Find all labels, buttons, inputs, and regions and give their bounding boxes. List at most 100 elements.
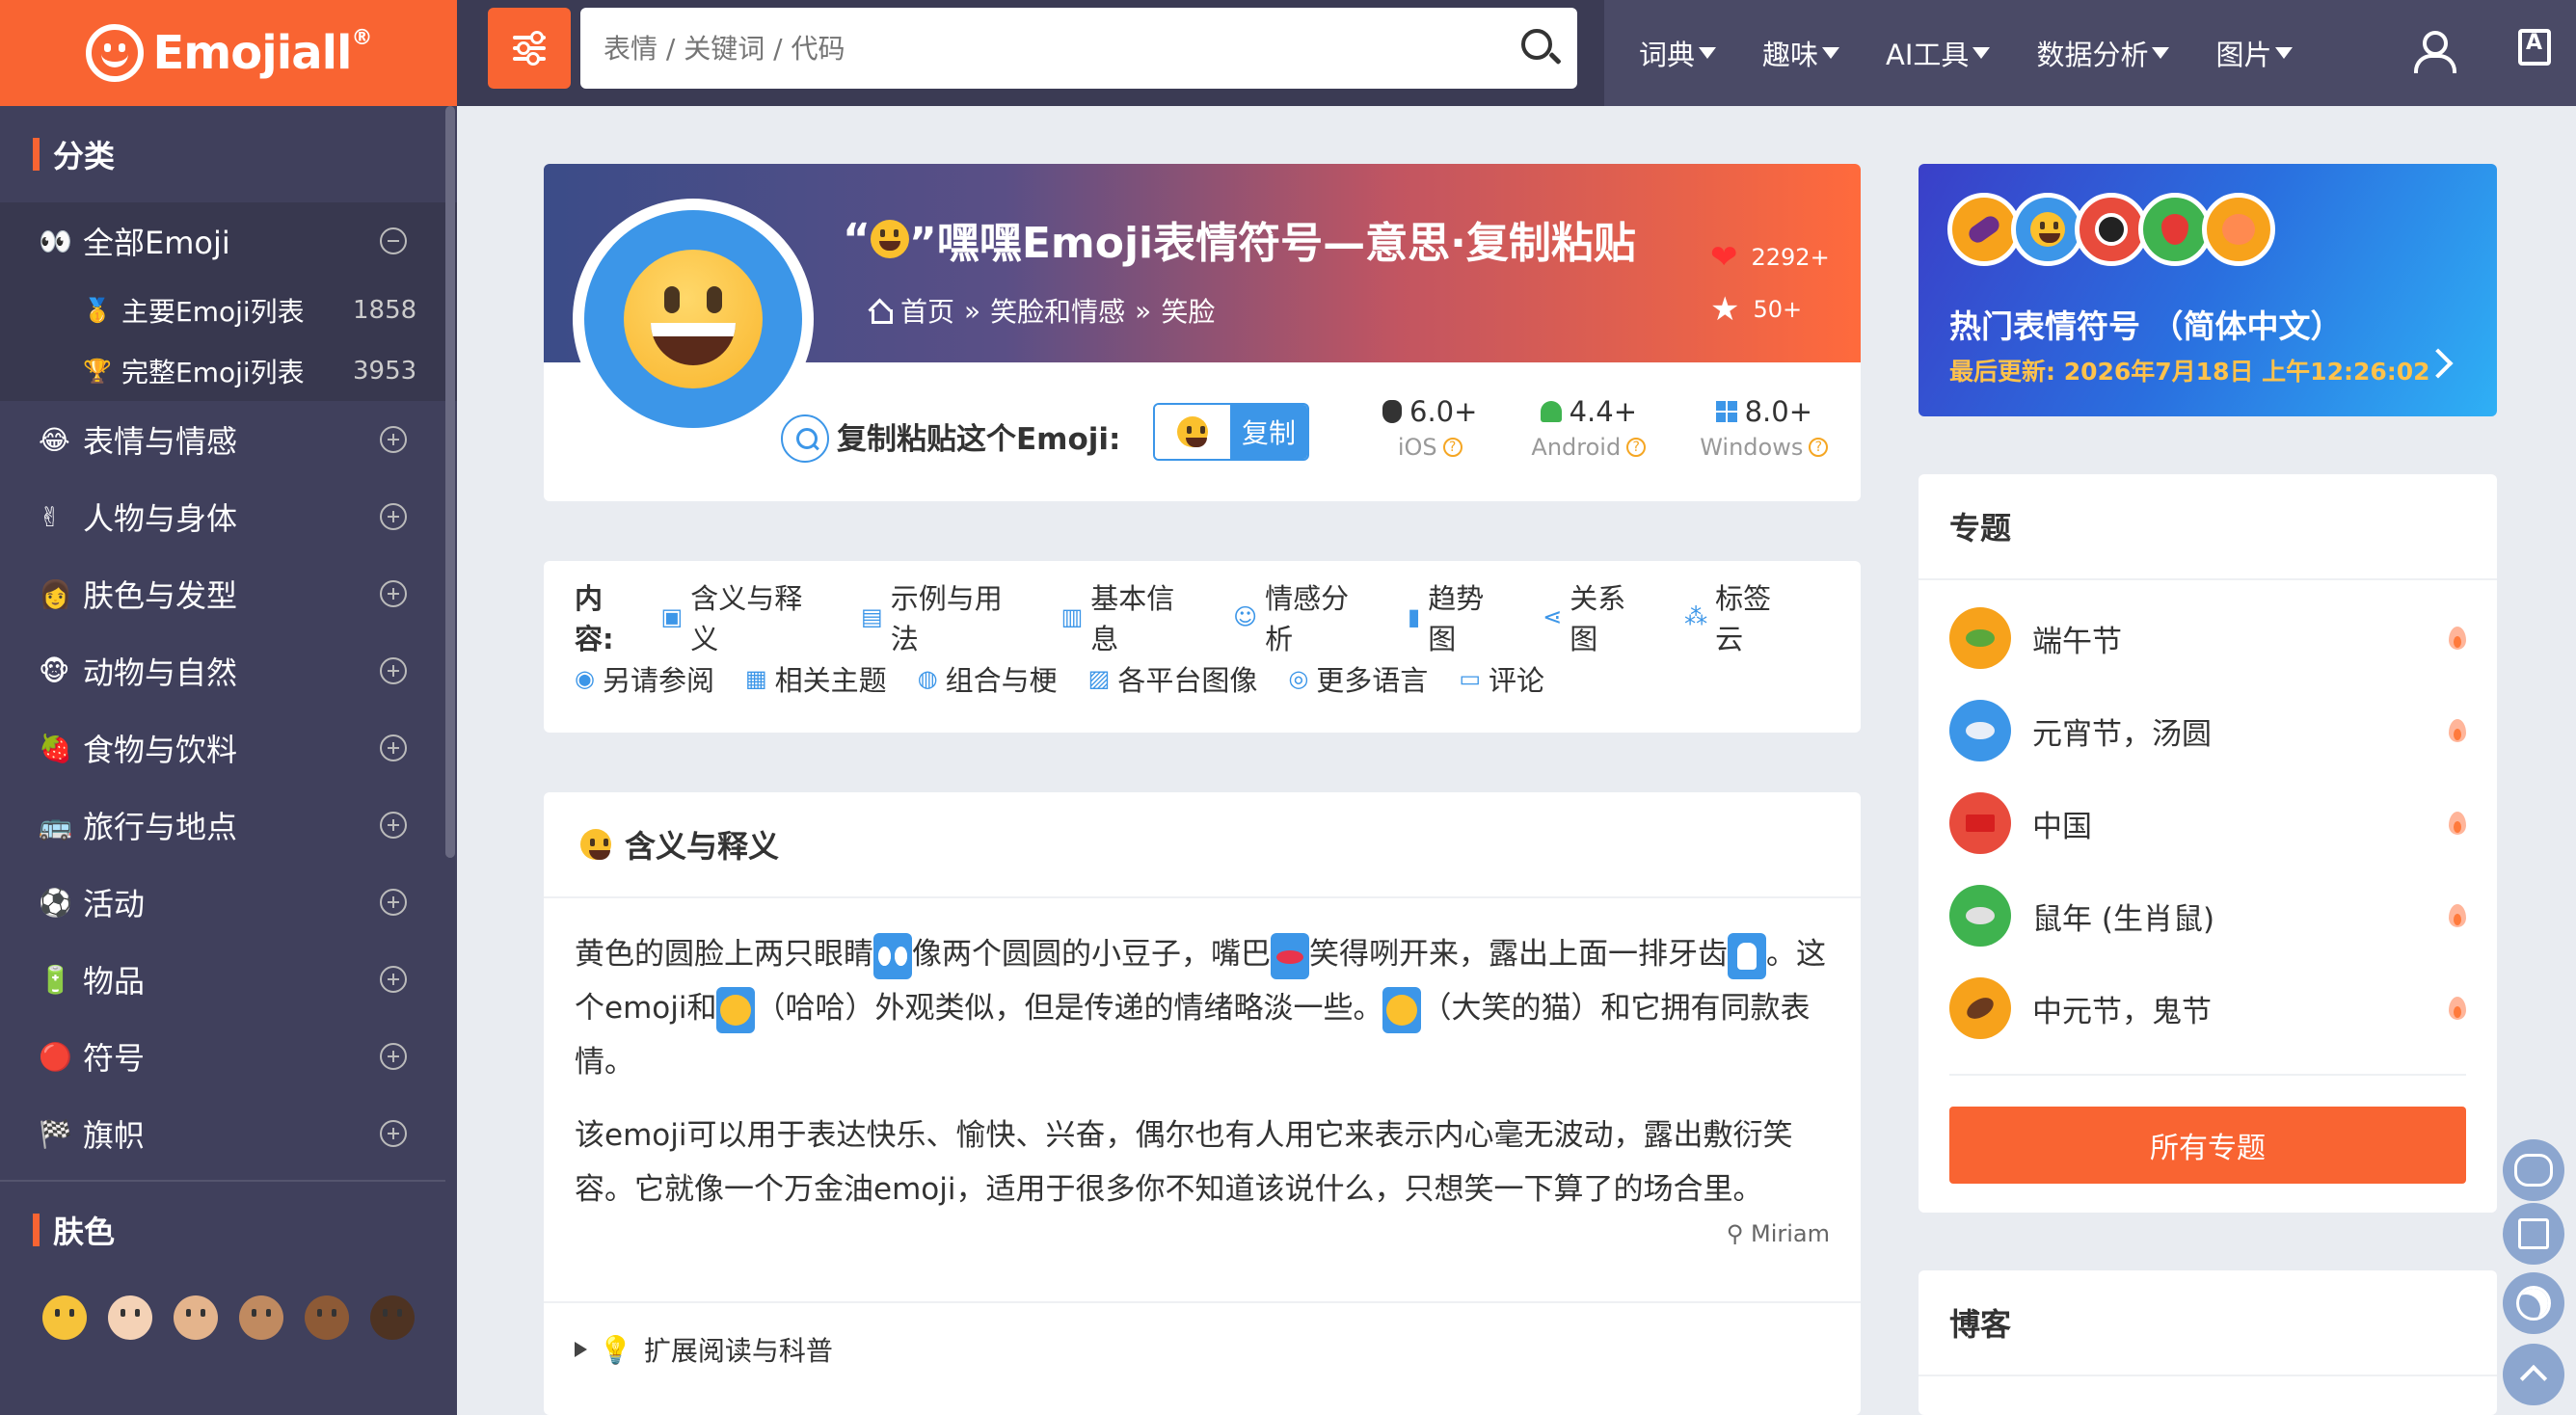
toc-see-also[interactable]: ◉ 另请参阅 [575,658,714,699]
sidebar-item-activities[interactable]: ⚽ 活动 [0,864,457,941]
breadcrumb-smileys[interactable]: 笑脸和情感 [990,291,1125,330]
sidebar-item-flags[interactable]: 🏁 旗帜 [0,1095,457,1172]
sidebar-item-food[interactable]: 🍓 食物与饮料 [0,709,457,787]
expand-icon[interactable] [380,1120,407,1147]
chat-icon[interactable] [2503,1139,2564,1201]
skin-tone-light[interactable] [108,1295,152,1340]
help-icon[interactable]: ? [1809,438,1829,457]
collapse-icon[interactable] [380,227,407,254]
toc-related-topics[interactable]: ▦ 相关主题 [745,658,887,699]
expand-icon[interactable] [380,426,407,453]
copy-box: 复制 [1153,403,1309,461]
likes-stat[interactable]: ❤ 2292+ [1710,231,1830,283]
topic-item-lantern-festival[interactable]: 元宵节，汤圆 [1949,684,2466,777]
meaning-paragraph-2: 该emoji可以用于表达快乐、愉快、兴奋，偶尔也有人用它来表示内心毫无波动，露出… [575,1118,1793,1207]
skin-tone-dark[interactable] [370,1295,415,1340]
trending-emoji-card[interactable]: 热门表情符号 （简体中文） 最后更新: 2026年7月18日 上午12:26:0… [1919,164,2497,416]
copy-emoji-field[interactable] [1155,405,1230,459]
china-flag-icon [1949,792,2011,854]
translate-edit-icon[interactable] [2518,29,2551,66]
expand-icon[interactable] [380,580,407,607]
skin-tone-medium-light[interactable] [174,1295,218,1340]
expand-icon[interactable] [380,1043,407,1070]
favorites-stat[interactable]: ★ 50+ [1710,283,1830,335]
toc-tag-cloud[interactable]: ⁂ 标签云 [1684,576,1799,657]
expand-icon[interactable] [380,734,407,761]
topic-item-year-of-rat[interactable]: 鼠年 (生肖鼠) [1949,869,2466,962]
expand-reading[interactable]: 💡 扩展阅读与科普 [544,1301,1861,1369]
zoom-icon[interactable] [781,414,829,463]
lips-icon[interactable] [1271,932,1309,979]
bar-chart-icon: ▮ [1408,603,1421,630]
briefcase-icon: ▤ [861,603,883,630]
sidebar-item-travel[interactable]: 🚌 旅行与地点 [0,787,457,864]
skin-tone-default[interactable] [42,1295,87,1340]
expand-icon[interactable] [380,812,407,839]
toc-examples[interactable]: ▤ 示例与用法 [861,576,1031,657]
toc-sentiment[interactable]: ☺ 情感分析 [1233,576,1377,657]
nav-images[interactable]: 图片 [2215,33,2294,73]
share-icon: ⋖ [1543,603,1563,630]
toc-basic-info[interactable]: ▥ 基本信息 [1061,576,1203,657]
grinning-cat-icon[interactable] [1382,986,1422,1033]
toc-languages[interactable]: ◎ 更多语言 [1288,658,1428,699]
topic-item-dragon-boat[interactable]: 端午节 [1949,592,2466,684]
sidebar-item-main-list[interactable]: 🥇 主要Emoji列表 1858 [0,280,457,340]
filter-button[interactable] [488,8,571,89]
toc-platform-images[interactable]: ▨ 各平台图像 [1088,658,1258,699]
toc-combos[interactable]: ◍ 组合与梗 [918,658,1058,699]
skin-tone-medium-dark[interactable] [305,1295,349,1340]
help-icon[interactable]: ? [1442,438,1462,457]
nav-dictionary[interactable]: 词典 [1639,33,1717,73]
sidebar-item-symbols[interactable]: 🔴 符号 [0,1018,457,1095]
bowl-icon [1949,700,2011,761]
topics-list: 端午节 元宵节，汤圆 中国 鼠年 (生肖鼠) 中元节，鬼节 [1919,580,2497,1055]
sidebar-item-full-list[interactable]: 🏆 完整Emoji列表 3953 [0,340,457,401]
nav-fun[interactable]: 趣味 [1762,33,1840,73]
eyes-icon[interactable] [873,932,912,979]
skin-tone-medium[interactable] [239,1295,283,1340]
search-icon[interactable] [1521,29,1552,60]
caret-down-icon [2152,47,2170,59]
caret-down-icon [1699,47,1717,59]
expand-icon[interactable] [380,657,407,684]
sidebar-item-animals[interactable]: 🐵 动物与自然 [0,632,457,709]
disclosure-triangle-icon [575,1342,587,1357]
dark-mode-icon[interactable] [2503,1272,2564,1334]
expand-icon[interactable] [380,889,407,916]
toc-relations[interactable]: ⋖ 关系图 [1543,576,1653,657]
topic-item-china[interactable]: 中国 [1949,777,2466,869]
sidebar-item-skin-hair[interactable]: 👩 肤色与发型 [0,555,457,632]
all-topics-button[interactable]: 所有专题 [1949,1107,2466,1184]
expand-icon[interactable] [380,966,407,993]
user-icon[interactable] [2414,31,2456,73]
breadcrumb: 首页 » 笑脸和情感 » 笑脸 [868,291,1215,330]
toc-meaning[interactable]: ▣ 含义与释义 [661,576,831,657]
checkered-flag-icon: 🏁 [39,1117,72,1150]
site-logo[interactable]: Emojiall® [0,0,457,106]
topic-item-ghost-festival[interactable]: 中元节，鬼节 [1949,962,2466,1055]
breadcrumb-smiling-face[interactable]: 笑脸 [1161,291,1215,330]
main-nav: 词典 趣味 AI工具 数据分析 图片 [1639,0,2339,106]
help-icon[interactable]: ? [1626,438,1647,457]
tooth-icon[interactable] [1728,932,1766,979]
edit-icon[interactable] [2503,1203,2564,1265]
toc-comments[interactable]: ▭ 评论 [1459,658,1544,699]
breadcrumb-home[interactable]: 首页 [900,291,954,330]
expand-icon[interactable] [380,503,407,530]
copy-button[interactable]: 复制 [1230,405,1307,459]
search-input[interactable] [580,8,1577,89]
nav-ai-tools[interactable]: AI工具 [1886,33,1991,73]
sidebar-item-smileys[interactable]: 😂 表情与情感 [0,401,457,478]
back-to-top-icon[interactable] [2503,1344,2564,1405]
fire-icon [2449,997,2466,1020]
sidebar-item-all-emoji[interactable]: 👀 全部Emoji [0,202,457,280]
toc-trends[interactable]: ▮ 趋势图 [1408,576,1512,657]
palette-icon: ◍ [917,665,938,692]
fire-icon [2449,719,2466,742]
eyes-icon: 👀 [39,225,72,257]
sidebar-item-people[interactable]: ✌ 人物与身体 [0,478,457,555]
sidebar-item-objects[interactable]: 🔋 物品 [0,941,457,1018]
grinning-big-eyes-icon[interactable] [716,986,756,1033]
nav-data-analysis[interactable]: 数据分析 [2036,33,2170,73]
